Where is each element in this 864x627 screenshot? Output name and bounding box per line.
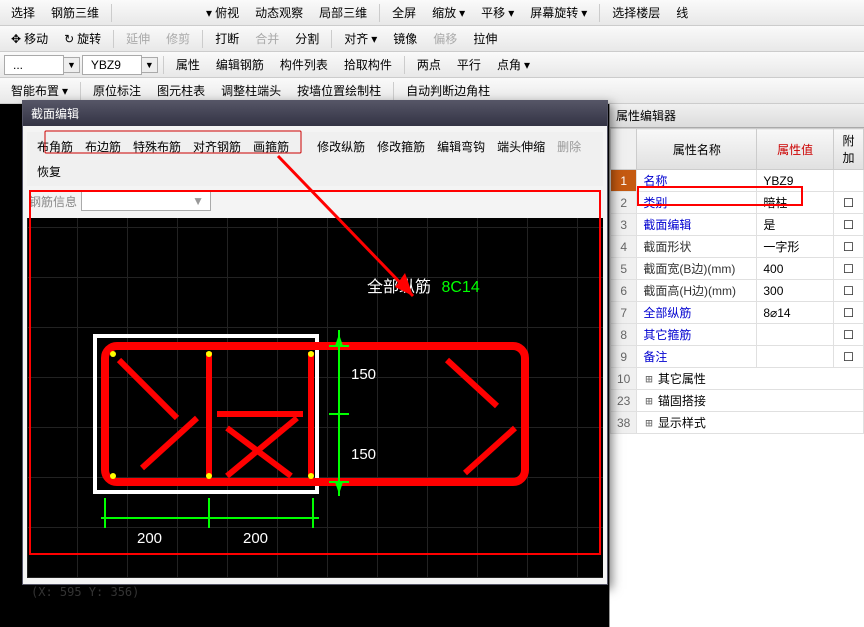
- btn-complist[interactable]: 构件列表: [273, 53, 335, 76]
- table-row[interactable]: 5截面宽(B边)(mm)400☐: [611, 258, 864, 280]
- table-group-row[interactable]: 23⊞ 锚固搭接: [611, 390, 864, 412]
- btn-dynview[interactable]: 动态观察: [248, 1, 310, 24]
- property-panel-title: 属性编辑器: [610, 104, 864, 128]
- dialog-rebarinfo: 钢筋信息 ▼: [23, 188, 607, 214]
- table-row[interactable]: 6截面高(H边)(mm)300☐: [611, 280, 864, 302]
- btn-autocorner[interactable]: 自动判断边角柱: [399, 79, 497, 102]
- btn-fullscreen[interactable]: 全屏: [385, 1, 423, 24]
- btn-select[interactable]: 选择: [4, 1, 42, 24]
- col-extra: 附加: [834, 129, 864, 170]
- btn-pointangle[interactable]: 点角 ▾: [490, 53, 537, 76]
- dim-v2: 150: [351, 446, 376, 463]
- btn-editrebar[interactable]: 编辑钢筋: [209, 53, 271, 76]
- btn-originmark[interactable]: 原位标注: [86, 79, 148, 102]
- btn-rotate[interactable]: ↻ 旋转: [57, 27, 108, 50]
- btn-stretch[interactable]: 拉伸: [466, 27, 504, 50]
- btn-align[interactable]: 对齐 ▾: [337, 27, 384, 50]
- rebar-label: 全部纵筋 8C14: [367, 273, 480, 297]
- property-panel: 属性编辑器 属性名称 属性值 附加 1名称YBZ92类别暗柱☐3截面编辑是☐4截…: [609, 104, 864, 627]
- btn-rebar3d[interactable]: 钢筋三维: [44, 1, 106, 24]
- btn-line[interactable]: 线: [669, 1, 695, 24]
- btn-sellayer[interactable]: 选择楼层: [605, 1, 667, 24]
- dropdown-1[interactable]: ...▼: [4, 55, 80, 75]
- dim-h2: 200: [243, 530, 268, 547]
- btn-move[interactable]: ✥ 移动: [4, 27, 55, 50]
- dialog-canvas[interactable]: 150 150 200 200 全部纵筋 8C14: [27, 218, 603, 578]
- btn-offset[interactable]: 偏移: [426, 27, 464, 50]
- btn-pan[interactable]: 平移 ▾: [474, 1, 521, 24]
- dialog-title[interactable]: 截面编辑: [23, 101, 607, 126]
- dlg-tab-0[interactable]: 布角筋: [33, 136, 77, 157]
- dialog-tabs: 布角筋布边筋特殊布筋对齐钢筋画箍筋修改纵筋修改箍筋编辑弯钩端头伸缩删除恢复: [27, 132, 603, 186]
- rebarinfo-label: 钢筋信息: [29, 193, 77, 210]
- btn-attr[interactable]: 属性: [169, 53, 207, 76]
- dropdown-ybz9[interactable]: YBZ9▼: [82, 55, 158, 75]
- table-row[interactable]: 9备注☐: [611, 346, 864, 368]
- btn-parallel[interactable]: 平行: [450, 53, 488, 76]
- dlg-action-5[interactable]: 恢复: [33, 161, 65, 182]
- btn-adjustend[interactable]: 调整柱端头: [214, 79, 288, 102]
- col-value: 属性值: [757, 129, 834, 170]
- col-name: 属性名称: [637, 129, 757, 170]
- table-row[interactable]: 3截面编辑是☐: [611, 214, 864, 236]
- table-row[interactable]: 7全部纵筋8⌀14☐: [611, 302, 864, 324]
- btn-overview[interactable]: ▾ 俯视: [199, 1, 246, 24]
- dim-v1: 150: [351, 366, 376, 383]
- toolbar-row-2: ...▼ YBZ9▼ 属性 编辑钢筋 构件列表 拾取构件 两点 平行 点角 ▾: [0, 52, 864, 78]
- btn-trim[interactable]: 修剪: [159, 27, 197, 50]
- table-group-row[interactable]: 10⊞ 其它属性: [611, 368, 864, 390]
- btn-twopoint[interactable]: 两点: [410, 53, 448, 76]
- dlg-tab-3[interactable]: 对齐钢筋: [189, 136, 245, 157]
- btn-break[interactable]: 打断: [208, 27, 246, 50]
- btn-mirror[interactable]: 镜像: [386, 27, 424, 50]
- dialog-status: (X: 595 Y: 356): [23, 582, 607, 602]
- table-row[interactable]: 4截面形状一字形☐: [611, 236, 864, 258]
- dlg-tab-1[interactable]: 布边筋: [81, 136, 125, 157]
- dim-h1: 200: [137, 530, 162, 547]
- section-edit-dialog: 截面编辑 布角筋布边筋特殊布筋对齐钢筋画箍筋修改纵筋修改箍筋编辑弯钩端头伸缩删除…: [22, 100, 608, 585]
- dlg-action-3[interactable]: 端头伸缩: [493, 136, 549, 157]
- dlg-tab-4[interactable]: 画箍筋: [249, 136, 293, 157]
- toolbar-row-1: ✥ 移动 ↻ 旋转 延伸 修剪 打断 合并 分割 对齐 ▾ 镜像 偏移 拉伸: [0, 26, 864, 52]
- table-group-row[interactable]: 38⊞ 显示样式: [611, 412, 864, 434]
- dlg-action-4[interactable]: 删除: [553, 136, 585, 157]
- table-row[interactable]: 2类别暗柱☐: [611, 192, 864, 214]
- property-table[interactable]: 属性名称 属性值 附加 1名称YBZ92类别暗柱☐3截面编辑是☐4截面形状一字形…: [610, 128, 864, 434]
- btn-pickcomp[interactable]: 拾取构件: [337, 53, 399, 76]
- rebarinfo-select[interactable]: ▼: [81, 191, 211, 211]
- dlg-tab-2[interactable]: 特殊布筋: [129, 136, 185, 157]
- btn-screenrot[interactable]: 屏幕旋转 ▾: [523, 1, 594, 24]
- toolbar-row-0: 选择 钢筋三维 ▾ 俯视 动态观察 局部三维 全屏 缩放 ▾ 平移 ▾ 屏幕旋转…: [0, 0, 864, 26]
- btn-smartlayout[interactable]: 智能布置 ▾: [4, 79, 75, 102]
- table-row[interactable]: 8其它箍筋☐: [611, 324, 864, 346]
- btn-extend[interactable]: 延伸: [119, 27, 157, 50]
- btn-drawbypos[interactable]: 按墙位置绘制柱: [290, 79, 388, 102]
- dlg-action-2[interactable]: 编辑弯钩: [433, 136, 489, 157]
- btn-split[interactable]: 分割: [288, 27, 326, 50]
- dlg-action-0[interactable]: 修改纵筋: [313, 136, 369, 157]
- btn-merge[interactable]: 合并: [248, 27, 286, 50]
- btn-zoom[interactable]: 缩放 ▾: [425, 1, 472, 24]
- btn-figcol[interactable]: 图元柱表: [150, 79, 212, 102]
- dlg-action-1[interactable]: 修改箍筋: [373, 136, 429, 157]
- table-row[interactable]: 1名称YBZ9: [611, 170, 864, 192]
- btn-part3d[interactable]: 局部三维: [312, 1, 374, 24]
